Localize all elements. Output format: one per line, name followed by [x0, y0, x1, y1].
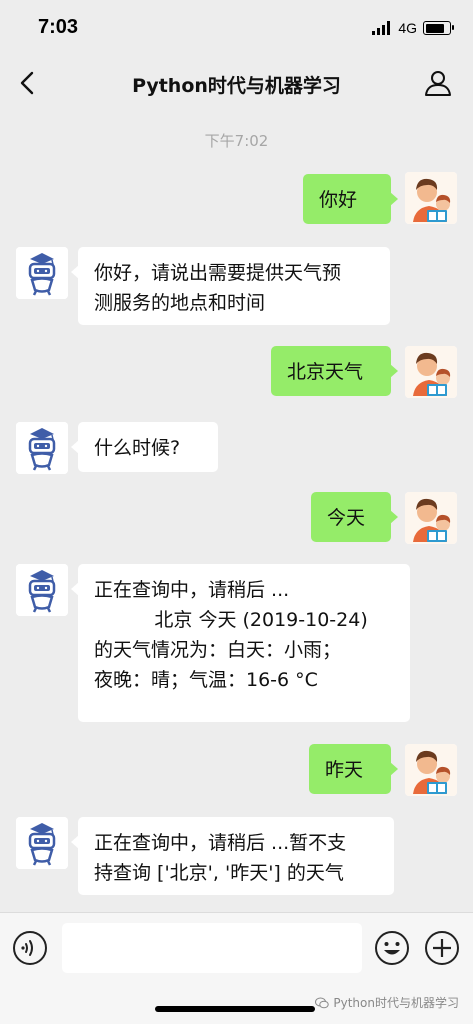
outgoing-message-row: 昨天: [0, 744, 473, 796]
incoming-message-row: 什么时候?: [0, 422, 473, 474]
outgoing-message-bubble[interactable]: 昨天: [309, 744, 398, 794]
user-avatar[interactable]: [405, 744, 457, 796]
home-indicator: [155, 1006, 315, 1012]
incoming-message-bubble[interactable]: 正在查询中，请稍后 ...暂不支 持查询 ['北京', '昨天'] 的天气: [71, 817, 394, 895]
wechat-icon: [315, 997, 330, 1008]
voice-icon[interactable]: [12, 930, 48, 966]
incoming-message-row: 你好，请说出需要提供天气预 测服务的地点和时间: [0, 247, 473, 325]
network-type: 4G: [398, 20, 417, 36]
outgoing-message-row: 你好: [0, 172, 473, 224]
outgoing-message-bubble[interactable]: 北京天气: [271, 346, 398, 396]
outgoing-message-bubble[interactable]: 今天: [311, 492, 398, 542]
chat-title: Python时代与机器学习: [132, 75, 341, 97]
incoming-message-bubble[interactable]: 你好，请说出需要提供天气预 测服务的地点和时间: [71, 247, 390, 325]
emoji-icon[interactable]: [374, 930, 410, 966]
bot-avatar[interactable]: [16, 422, 68, 474]
signal-icon: [372, 21, 391, 35]
message-input[interactable]: [62, 923, 362, 973]
bot-avatar[interactable]: [16, 247, 68, 299]
incoming-message-bubble[interactable]: 正在查询中，请稍后 ... 北京 今天 (2019-10-24) 的天气情况为：…: [71, 564, 410, 722]
outgoing-message-row: 北京天气: [0, 346, 473, 398]
message-timestamp: 下午7:02: [204, 132, 269, 150]
user-avatar[interactable]: [405, 346, 457, 398]
watermark-text: Python时代与机器学习: [333, 996, 459, 1010]
user-avatar[interactable]: [405, 172, 457, 224]
bot-avatar[interactable]: [16, 564, 68, 616]
battery-icon: [423, 21, 454, 35]
incoming-message-row: 正在查询中，请稍后 ...暂不支 持查询 ['北京', '昨天'] 的天气: [0, 817, 473, 895]
status-indicators: 4G: [372, 20, 454, 36]
plus-icon[interactable]: [424, 930, 460, 966]
footer: Python时代与机器学习: [0, 984, 473, 1024]
bot-avatar[interactable]: [16, 817, 68, 869]
status-time: 7:03: [38, 16, 79, 38]
input-bar: [0, 912, 473, 984]
battery-level: [425, 23, 444, 33]
incoming-message-row: 正在查询中，请稍后 ... 北京 今天 (2019-10-24) 的天气情况为：…: [0, 564, 473, 722]
status-bar: 7:03 4G: [0, 0, 473, 56]
incoming-message-bubble[interactable]: 什么时候?: [71, 422, 218, 472]
chat-area[interactable]: 下午7:02 你好 你好，请说出需要提供天气预 测服务的地点和时间 北京天气 什…: [0, 112, 473, 912]
user-avatar[interactable]: [405, 492, 457, 544]
nav-bar: Python时代与机器学习: [0, 56, 473, 112]
watermark: Python时代与机器学习: [315, 994, 459, 1011]
profile-icon[interactable]: [423, 68, 453, 98]
outgoing-message-bubble[interactable]: 你好: [303, 174, 398, 224]
outgoing-message-row: 今天: [0, 492, 473, 544]
